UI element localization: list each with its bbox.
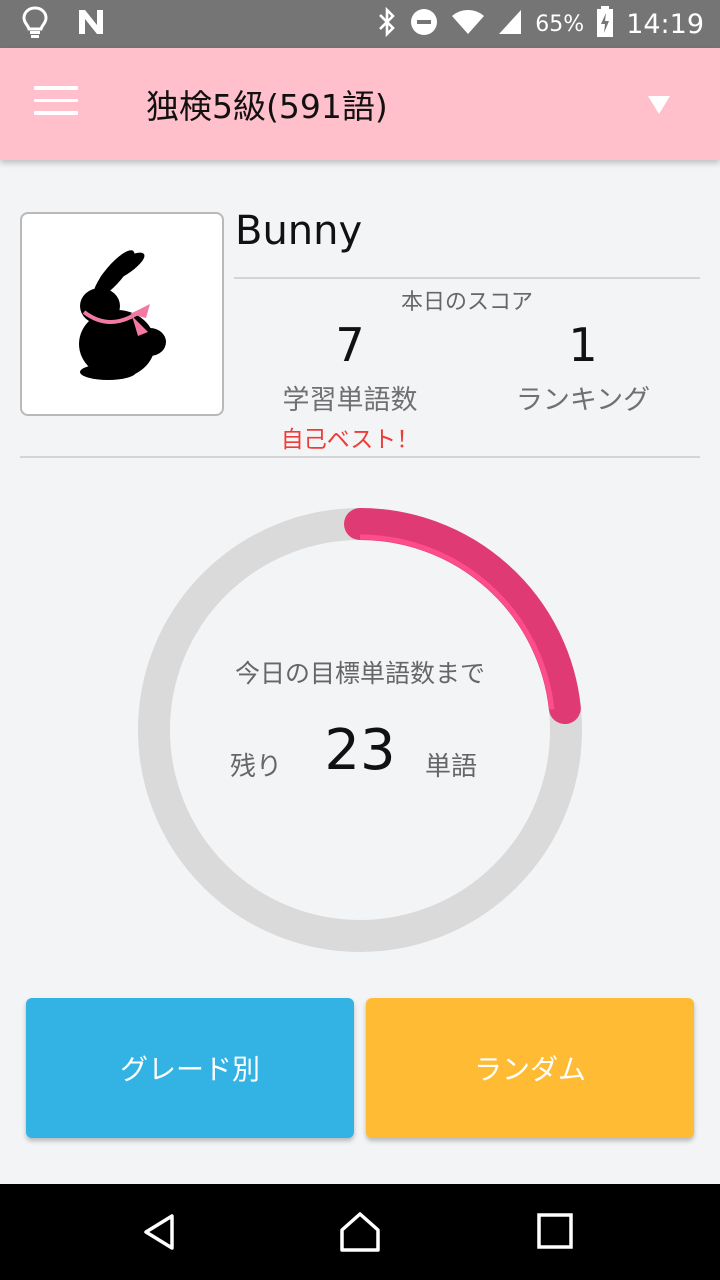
home-icon[interactable] xyxy=(338,1210,382,1254)
do-not-disturb-icon xyxy=(409,7,439,41)
app-bar: 独検5級(591語) xyxy=(0,48,720,160)
battery-percent: 65% xyxy=(535,11,585,37)
divider xyxy=(20,456,700,458)
navigation-bar xyxy=(0,1184,720,1280)
words-learned-value: 7 xyxy=(335,318,365,372)
remaining-suffix: 単語 xyxy=(425,752,478,782)
personal-best-badge: 自己ベスト！ xyxy=(280,427,420,453)
status-bar: 65% 14:19 xyxy=(0,0,720,48)
bluetooth-icon xyxy=(377,6,397,41)
triangle-down-icon[interactable] xyxy=(644,90,688,130)
divider xyxy=(234,277,700,279)
words-learned-label: 学習単語数 xyxy=(282,385,418,416)
back-icon[interactable] xyxy=(138,1210,182,1254)
battery-charging-icon xyxy=(596,6,614,42)
wifi-icon xyxy=(451,8,485,40)
page-title: 独検5級(591語) xyxy=(146,87,388,126)
recents-icon[interactable] xyxy=(534,1210,578,1254)
ranking-label: ランキング xyxy=(515,385,651,416)
cell-signal-icon xyxy=(497,8,523,40)
grade-button[interactable]: グレード別 xyxy=(26,998,354,1138)
random-button[interactable]: ランダム xyxy=(366,998,694,1138)
avatar xyxy=(20,212,224,416)
screen: 65% 14:19 独検5級(591語) Bunny 本日のスコア 7 学習単語… xyxy=(0,0,720,1280)
rabbit-avatar-icon xyxy=(79,250,166,380)
lightbulb-icon xyxy=(20,5,50,43)
goal-caption: 今日の目標単語数まで xyxy=(234,659,485,688)
ranking-value: 1 xyxy=(568,318,598,372)
n-icon xyxy=(76,7,106,41)
score-caption: 本日のスコア xyxy=(400,290,533,315)
remaining-prefix: 残り xyxy=(230,752,283,782)
remaining-count: 23 xyxy=(324,718,396,783)
hamburger-menu-icon[interactable] xyxy=(34,86,78,122)
clock: 14:19 xyxy=(626,8,704,40)
username: Bunny xyxy=(235,208,363,254)
